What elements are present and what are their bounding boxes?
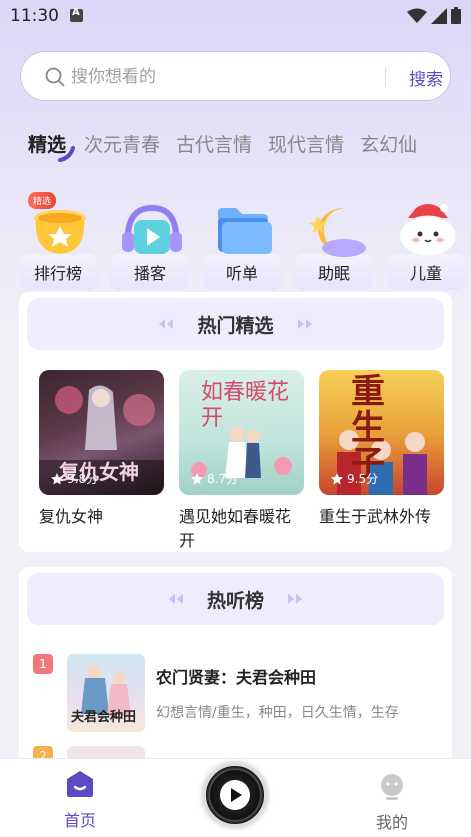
category-podcast[interactable]: 播客 — [110, 190, 190, 290]
featured-book-list: 复仇女神 9.8分 复仇女神 如春暖花开 8.7分 遇见她如春暖花开 重生子 9… — [39, 370, 451, 550]
bottom-navigation: 首页 我的 — [0, 758, 471, 837]
signal-icon — [431, 7, 447, 24]
category-label: 排行榜 — [33, 264, 82, 283]
rank-title: 农门贤妻：夫君会种田 — [156, 668, 317, 687]
folder-icon — [218, 208, 272, 254]
featured-title: 热门精选 — [197, 314, 274, 337]
status-icons — [407, 7, 461, 24]
status-bar: 11:30 — [0, 0, 471, 34]
mini-player-button[interactable] — [203, 763, 267, 827]
featured-section: 热门精选 复仇女神 9.8分 复仇女神 如春暖花开 8.7分 遇见她如春暖花开 … — [19, 292, 452, 552]
category-sleep[interactable]: 助眠 — [294, 190, 374, 290]
trophy-pot-icon — [34, 210, 86, 254]
search-input[interactable] — [71, 65, 351, 89]
category-label: 儿童 — [409, 264, 442, 283]
category-label: 助眠 — [317, 264, 350, 283]
tab-active-indicator — [58, 146, 75, 162]
cloud-face-icon — [399, 204, 457, 257]
category-kids[interactable]: 儿童 — [386, 190, 466, 290]
left-arrows-icon — [167, 593, 189, 605]
accessibility-notification-icon — [70, 7, 83, 22]
tab-youth[interactable]: 次元青春 — [84, 130, 160, 157]
book-title: 复仇女神 — [39, 507, 104, 526]
featured-badge: 精选 — [28, 192, 57, 209]
cover-title: 重生子 — [351, 372, 385, 484]
play-icon — [220, 780, 250, 810]
star-icon — [51, 472, 63, 484]
rank-tags: 幻想言情/重生，种田，日久生情，生存 — [156, 705, 399, 721]
category-playlists[interactable]: 听单 — [202, 190, 282, 290]
book-rating: 9.5分 — [331, 470, 378, 487]
search-icon — [45, 67, 65, 87]
search-bar[interactable]: 搜索 — [20, 51, 451, 101]
featured-header: 热门精选 — [27, 298, 444, 350]
book-card[interactable]: 如春暖花开 8.7分 遇见她如春暖花开 — [179, 370, 304, 550]
category-tabs: 精选 次元青春 古代言情 现代言情 玄幻仙 — [28, 130, 433, 162]
category-label: 播客 — [133, 264, 166, 283]
book-cover: 夫君会种田 — [67, 654, 145, 732]
tab-featured[interactable]: 精选 — [28, 130, 75, 162]
book-card[interactable]: 复仇女神 9.8分 复仇女神 — [39, 370, 164, 529]
wifi-icon — [407, 8, 427, 23]
book-card[interactable]: 重生子 9.5分 重生于武林外传 — [319, 370, 444, 529]
tab-modern-romance[interactable]: 现代言情 — [268, 130, 344, 157]
book-cover: 复仇女神 9.8分 — [39, 370, 164, 495]
book-cover: 如春暖花开 8.7分 — [179, 370, 304, 495]
left-arrows-icon — [157, 318, 179, 330]
search-divider — [385, 68, 386, 86]
battery-icon — [451, 7, 461, 24]
star-icon — [191, 472, 203, 484]
rating-value: 9.8分 — [67, 472, 99, 486]
search-button[interactable]: 搜索 — [409, 65, 443, 90]
right-arrows-icon — [292, 318, 314, 330]
hot-list-title: 热听榜 — [206, 589, 264, 612]
category-rankings[interactable]: 精选 排行榜 — [18, 190, 98, 290]
hot-list-item[interactable]: 1 夫君会种田 农门贤妻：夫君会种田 幻想言情/重生，种田，日久生情，生存 — [33, 654, 443, 734]
nav-mine[interactable]: 我的 — [367, 773, 417, 833]
cover-title: 如春暖花开 — [201, 380, 290, 431]
profile-icon — [381, 774, 403, 800]
category-shortcuts: 精选 排行榜 播客 听单 助眠 儿童 — [18, 190, 471, 290]
star-icon — [331, 472, 343, 484]
book-rating: 8.7分 — [191, 470, 238, 487]
rating-value: 8.7分 — [207, 472, 239, 486]
nav-home-label: 首页 — [63, 811, 96, 830]
category-label: 听单 — [225, 264, 258, 283]
book-title: 遇见她如春暖花开 — [179, 507, 292, 550]
moon-star-icon — [309, 208, 366, 257]
right-arrows-icon — [282, 593, 304, 605]
hot-list-header: 热听榜 — [27, 573, 444, 625]
rating-value: 9.5分 — [347, 472, 379, 486]
book-title: 重生于武林外传 — [319, 507, 432, 526]
tab-ancient-romance[interactable]: 古代言情 — [176, 130, 252, 157]
nav-home[interactable]: 首页 — [55, 769, 105, 831]
book-cover: 重生子 9.5分 — [319, 370, 444, 495]
status-time: 11:30 — [10, 6, 59, 26]
nav-mine-label: 我的 — [375, 813, 408, 832]
tab-fantasy[interactable]: 玄幻仙 — [360, 130, 417, 157]
home-icon — [67, 771, 93, 797]
cover-title: 夫君会种田 — [71, 710, 137, 725]
headphones-play-icon — [122, 204, 182, 254]
rank-number: 1 — [33, 654, 53, 674]
hot-list-section: 热听榜 1 夫君会种田 农门贤妻：夫君会种田 幻想言情/重生，种田，日久生情，生… — [19, 567, 452, 767]
book-rating: 9.8分 — [51, 470, 98, 487]
